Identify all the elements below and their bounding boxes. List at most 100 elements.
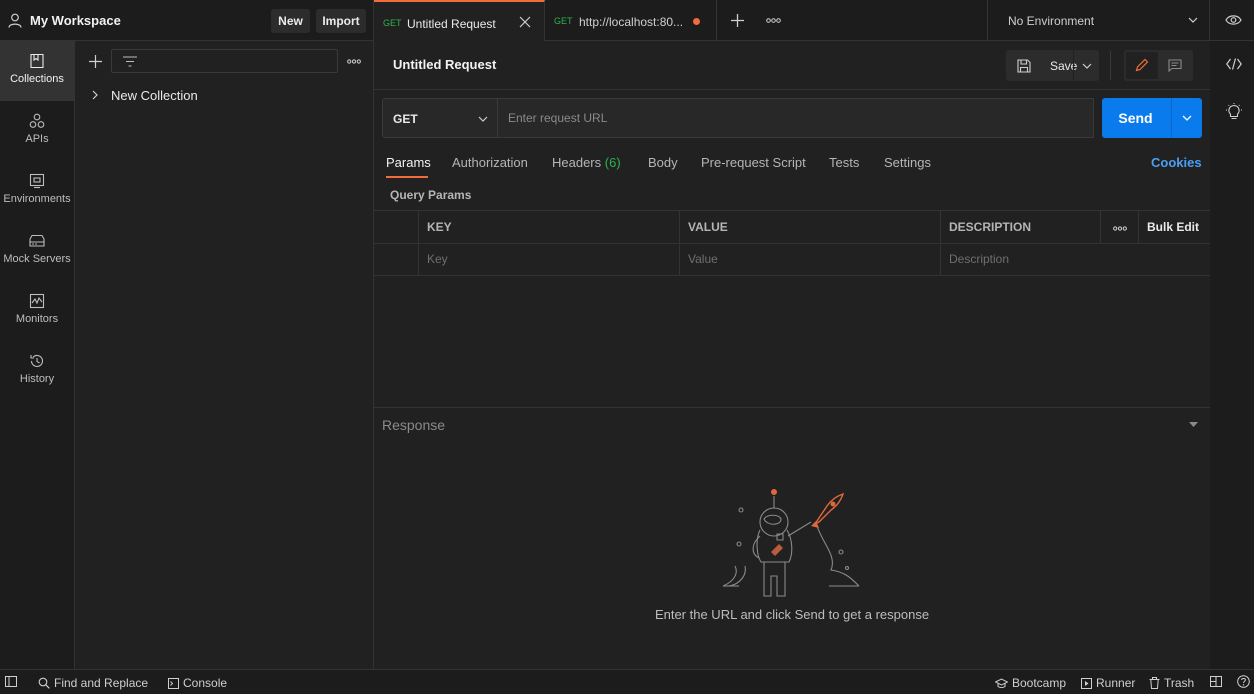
bootcamp-icon bbox=[995, 678, 1008, 689]
rail-item-history[interactable]: History bbox=[0, 341, 74, 401]
tab-localhost[interactable]: GET http://localhost:80... bbox=[545, 0, 717, 41]
lightbulb-icon[interactable] bbox=[1226, 103, 1242, 121]
rail-item-environments[interactable]: Environments bbox=[0, 161, 74, 221]
eye-icon[interactable] bbox=[1225, 14, 1242, 26]
unsaved-dot-icon bbox=[693, 18, 700, 25]
response-title: Response bbox=[382, 417, 446, 433]
method-select[interactable]: GET bbox=[382, 98, 498, 138]
key-input[interactable]: Key bbox=[419, 244, 680, 276]
status-bar: Find and Replace Console Bootcamp Runner… bbox=[0, 669, 1254, 694]
bulk-edit-button[interactable]: Bulk Edit bbox=[1139, 211, 1210, 244]
help-icon[interactable] bbox=[1237, 675, 1250, 688]
url-input[interactable] bbox=[508, 111, 1068, 125]
trash-button[interactable]: Trash bbox=[1149, 676, 1194, 690]
monitors-icon bbox=[29, 293, 45, 309]
more-icon bbox=[1113, 226, 1127, 231]
query-params-table: KEY VALUE DESCRIPTION Bulk Edit Key Valu… bbox=[374, 210, 1210, 276]
table-more-button[interactable] bbox=[1101, 211, 1139, 244]
bootcamp-button[interactable]: Bootcamp bbox=[995, 676, 1066, 690]
tab-authorization[interactable]: Authorization bbox=[452, 155, 528, 170]
cookies-link[interactable]: Cookies bbox=[1151, 155, 1202, 170]
console-icon bbox=[168, 678, 179, 689]
rail-label: Monitors bbox=[15, 313, 59, 325]
save-button[interactable]: Save bbox=[1006, 50, 1099, 81]
top-bar: My Workspace New Import GET Untitled Req… bbox=[0, 0, 1254, 41]
workspace-header: My Workspace New Import bbox=[0, 0, 374, 41]
send-options-chevron-icon[interactable] bbox=[1182, 115, 1192, 121]
rail-label: APIs bbox=[25, 133, 49, 145]
rail-item-apis[interactable]: APIs bbox=[0, 101, 74, 161]
tab-params[interactable]: Params bbox=[386, 155, 431, 170]
collection-name: New Collection bbox=[111, 88, 198, 103]
astronaut-illustration-icon bbox=[719, 486, 864, 604]
value-input[interactable]: Value bbox=[680, 244, 941, 276]
send-label: Send bbox=[1118, 110, 1153, 126]
tab-body[interactable]: Body bbox=[648, 155, 678, 170]
history-icon bbox=[30, 354, 44, 367]
tab-method: GET bbox=[383, 18, 402, 28]
params-tab-underline bbox=[386, 176, 428, 178]
tab-pre-request-script[interactable]: Pre-request Script bbox=[701, 155, 806, 170]
right-rail bbox=[1210, 41, 1254, 669]
chevron-down-icon bbox=[1188, 17, 1198, 23]
tab-headers[interactable]: Headers (6) bbox=[552, 155, 621, 170]
find-replace-button[interactable]: Find and Replace bbox=[38, 676, 148, 690]
response-empty-message: Enter the URL and click Send to get a re… bbox=[654, 607, 930, 622]
toolbar-divider bbox=[1110, 51, 1111, 80]
more-tabs-icon[interactable] bbox=[766, 18, 781, 23]
rail-label: Collections bbox=[10, 73, 64, 85]
save-divider bbox=[1073, 50, 1074, 81]
tab-method: GET bbox=[554, 16, 573, 26]
comments-mode-button[interactable] bbox=[1159, 52, 1191, 79]
chevron-right-icon[interactable] bbox=[92, 90, 98, 100]
runner-button[interactable]: Runner bbox=[1081, 676, 1135, 690]
rail-item-monitors[interactable]: Monitors bbox=[0, 281, 74, 341]
console-button[interactable]: Console bbox=[168, 676, 227, 690]
sidebar-more-icon[interactable] bbox=[347, 59, 361, 64]
bootcamp-label: Bootcamp bbox=[1012, 676, 1067, 690]
rail-label: Mock Servers bbox=[3, 253, 71, 265]
two-pane-icon[interactable] bbox=[1210, 676, 1222, 687]
method-label: GET bbox=[393, 112, 418, 126]
tab-untitled-request[interactable]: GET Untitled Request bbox=[374, 0, 545, 41]
tab-tests[interactable]: Tests bbox=[829, 155, 859, 170]
save-options-chevron-icon[interactable] bbox=[1082, 63, 1092, 69]
console-label: Console bbox=[183, 676, 228, 690]
send-divider bbox=[1171, 98, 1172, 138]
close-icon[interactable] bbox=[519, 16, 531, 28]
tab-title: http://localhost:80... bbox=[579, 15, 684, 29]
key-column-header: KEY bbox=[419, 211, 680, 244]
collection-item[interactable]: New Collection bbox=[90, 86, 360, 104]
new-tab-icon[interactable] bbox=[731, 14, 744, 27]
filter-icon bbox=[123, 56, 137, 67]
request-title[interactable]: Untitled Request bbox=[393, 57, 496, 72]
rail-item-mock-servers[interactable]: Mock Servers bbox=[0, 221, 74, 281]
edit-mode-button[interactable] bbox=[1126, 52, 1158, 79]
workspace-name[interactable]: My Workspace bbox=[30, 13, 121, 28]
response-collapse-icon[interactable] bbox=[1189, 422, 1198, 427]
collections-icon bbox=[30, 53, 44, 69]
tab-settings[interactable]: Settings bbox=[884, 155, 931, 170]
rail-item-collections[interactable]: Collections bbox=[0, 41, 74, 101]
user-icon[interactable] bbox=[8, 13, 22, 28]
table-row-checkbox[interactable] bbox=[374, 244, 419, 276]
environment-selector[interactable]: No Environment bbox=[987, 0, 1210, 41]
toggle-sidebar-icon[interactable] bbox=[5, 676, 17, 687]
description-input[interactable]: Description bbox=[941, 244, 1210, 276]
add-collection-icon[interactable] bbox=[89, 55, 102, 68]
url-field[interactable] bbox=[498, 98, 1094, 138]
request-panel: Untitled Request Save GET S bbox=[374, 41, 1210, 669]
import-button[interactable]: Import bbox=[316, 9, 366, 33]
filter-input[interactable] bbox=[111, 49, 338, 73]
query-params-title: Query Params bbox=[390, 188, 472, 202]
rail-label: Environments bbox=[3, 193, 71, 205]
send-button[interactable]: Send bbox=[1102, 98, 1202, 138]
code-icon[interactable] bbox=[1226, 58, 1242, 70]
new-button[interactable]: New bbox=[271, 9, 310, 33]
apis-icon bbox=[29, 113, 45, 128]
header-divider bbox=[374, 89, 1210, 90]
find-replace-label: Find and Replace bbox=[54, 676, 149, 690]
trash-icon bbox=[1149, 677, 1160, 689]
search-icon bbox=[38, 677, 50, 689]
description-column-header: DESCRIPTION bbox=[941, 211, 1101, 244]
